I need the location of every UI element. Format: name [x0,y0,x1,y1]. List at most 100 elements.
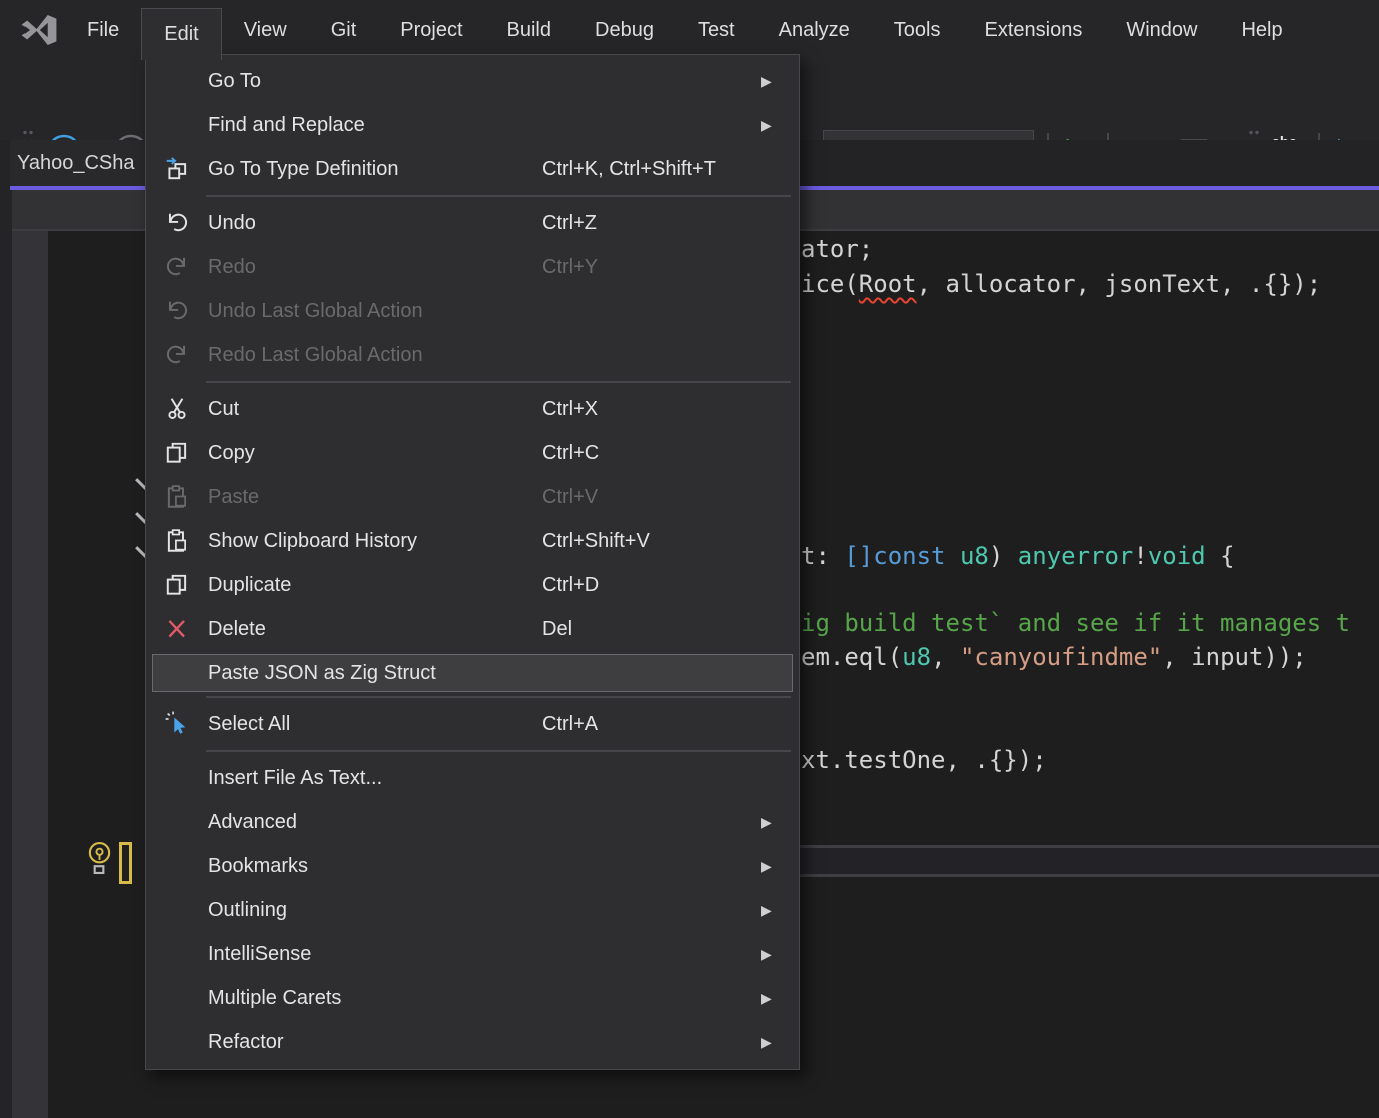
editor-outer-margin [0,140,12,1118]
editor-tab-label: Yahoo_CSha [17,152,135,175]
menu-item-find-and-replace[interactable]: Find and Replace ▶ [146,103,799,147]
lightbulb-icon [86,863,113,880]
menu-item-refactor[interactable]: Refactor ▶ [146,1020,799,1064]
menu-item-label: Undo [208,212,542,235]
menu-item-label: Refactor [208,1031,542,1054]
menu-item-delete[interactable]: DeleteDel [146,607,799,651]
menu-item-redo-last-global-action[interactable]: Redo Last Global Action [146,333,799,377]
menubar-item-analyze[interactable]: Analyze [757,0,872,60]
menu-item-shortcut: Ctrl+A [542,713,761,736]
paste-icon [146,484,208,510]
menu-item-label: Go To [208,70,542,93]
clipboard-history-icon [146,528,208,554]
visual-studio-logo-icon [20,11,58,60]
menu-item-go-to[interactable]: Go To ▶ [146,59,799,103]
menu-item-shortcut: Ctrl+V [542,486,761,509]
pane-divider-line [800,845,1379,848]
submenu-arrow-icon: ▶ [761,117,799,134]
horizontal-scrollbar-track[interactable] [800,848,1379,874]
pane-divider-line [800,874,1379,877]
menu-item-copy[interactable]: CopyCtrl+C [146,431,799,475]
code-line: ig build test` and see if it manages t [801,606,1350,640]
menubar-item-help[interactable]: Help [1219,0,1304,60]
menu-item-undo-last-global-action[interactable]: Undo Last Global Action [146,289,799,333]
redo-icon [146,254,208,280]
menu-item-shortcut: Ctrl+Z [542,212,761,235]
menu-item-label: Delete [208,618,542,641]
menu-item-label: Copy [208,442,542,465]
menu-item-show-clipboard-history[interactable]: Show Clipboard HistoryCtrl+Shift+V [146,519,799,563]
code-line: em.eql(u8, "canyoufindme", input)); [801,640,1307,674]
menu-item-redo[interactable]: RedoCtrl+Y [146,245,799,289]
menu-item-label: Cut [208,398,542,421]
menu-item-shortcut: Ctrl+Y [542,256,761,279]
go-to-type-definition-icon [146,156,208,182]
select-all-icon [146,711,208,737]
menubar-item-test[interactable]: Test [676,0,757,60]
menubar: FileEditViewGitProjectBuildDebugTestAnal… [0,0,1379,60]
menubar-item-view[interactable]: View [222,0,309,60]
copy-icon [146,440,208,466]
menu-item-select-all[interactable]: Select AllCtrl+A [146,702,799,746]
menu-item-label: Insert File As Text... [208,767,542,790]
menu-item-label: Redo Last Global Action [208,344,542,367]
menubar-item-file[interactable]: File [65,0,141,60]
submenu-arrow-icon: ▶ [761,1034,799,1051]
redo-icon [146,342,208,368]
menu-item-label: Show Clipboard History [208,530,542,553]
menu-item-bookmarks[interactable]: Bookmarks ▶ [146,844,799,888]
menu-item-go-to-type-definition[interactable]: Go To Type DefinitionCtrl+K, Ctrl+Shift+… [146,147,799,191]
menu-item-label: Paste JSON as Zig Struct [208,662,542,685]
menu-item-label: Undo Last Global Action [208,300,542,323]
menu-item-shortcut: Del [542,618,761,641]
menu-item-insert-file-as-text[interactable]: Insert File As Text... [146,756,799,800]
menu-separator [206,195,791,197]
code-line: ice(Root, allocator, jsonText, .{}); [801,267,1321,301]
edit-menu: Go To ▶ Find and Replace ▶ Go To Type Defini… [145,54,800,1070]
menu-item-cut[interactable]: CutCtrl+X [146,387,799,431]
menu-item-multiple-carets[interactable]: Multiple Carets ▶ [146,976,799,1020]
menubar-item-tools[interactable]: Tools [872,0,963,60]
code-line: t: []const u8) anyerror!void { [801,539,1235,573]
menu-item-outlining[interactable]: Outlining ▶ [146,888,799,932]
menu-item-shortcut: Ctrl+D [542,574,761,597]
menu-item-label: IntelliSense [208,943,542,966]
undo-icon [146,210,208,236]
menubar-item-build[interactable]: Build [485,0,573,60]
submenu-arrow-icon: ▶ [761,990,799,1007]
menu-item-label: Bookmarks [208,855,542,878]
menu-item-paste-json-as-zig-struct[interactable]: Paste JSON as Zig Struct [152,654,793,692]
menu-item-shortcut: Ctrl+X [542,398,761,421]
submenu-arrow-icon: ▶ [761,858,799,875]
submenu-arrow-icon: ▶ [761,73,799,90]
menu-item-label: Paste [208,486,542,509]
editor-tab[interactable]: Yahoo_CSha [10,140,157,186]
submenu-arrow-icon: ▶ [761,902,799,919]
menu-item-intellisense[interactable]: IntelliSense ▶ [146,932,799,976]
menu-separator [206,750,791,752]
menu-item-advanced[interactable]: Advanced▶ [146,800,799,844]
menubar-item-edit[interactable]: Edit [141,8,221,60]
menu-item-duplicate[interactable]: DuplicateCtrl+D [146,563,799,607]
visual-studio-window: FileEditViewGitProjectBuildDebugTestAnal… [0,0,1379,1118]
submenu-arrow-icon: ▶ [761,814,799,831]
menu-separator [206,381,791,383]
menubar-item-extensions[interactable]: Extensions [962,0,1104,60]
menu-item-label: Find and Replace [208,114,542,137]
menu-item-label: Outlining [208,899,542,922]
submenu-arrow-icon: ▶ [761,946,799,963]
menu-item-undo[interactable]: UndoCtrl+Z [146,201,799,245]
menubar-item-window[interactable]: Window [1104,0,1219,60]
menu-item-shortcut: Ctrl+Shift+V [542,530,761,553]
menubar-item-project[interactable]: Project [378,0,484,60]
menubar-item-git[interactable]: Git [309,0,379,60]
menu-item-label: Redo [208,256,542,279]
undo-icon [146,298,208,324]
menu-item-label: Select All [208,713,542,736]
quick-actions-lightbulb[interactable] [86,841,113,881]
menubar-item-debug[interactable]: Debug [573,0,676,60]
menu-item-label: Multiple Carets [208,987,542,1010]
menu-separator [206,696,791,698]
menu-item-paste[interactable]: PasteCtrl+V [146,475,799,519]
cut-icon [146,396,208,422]
